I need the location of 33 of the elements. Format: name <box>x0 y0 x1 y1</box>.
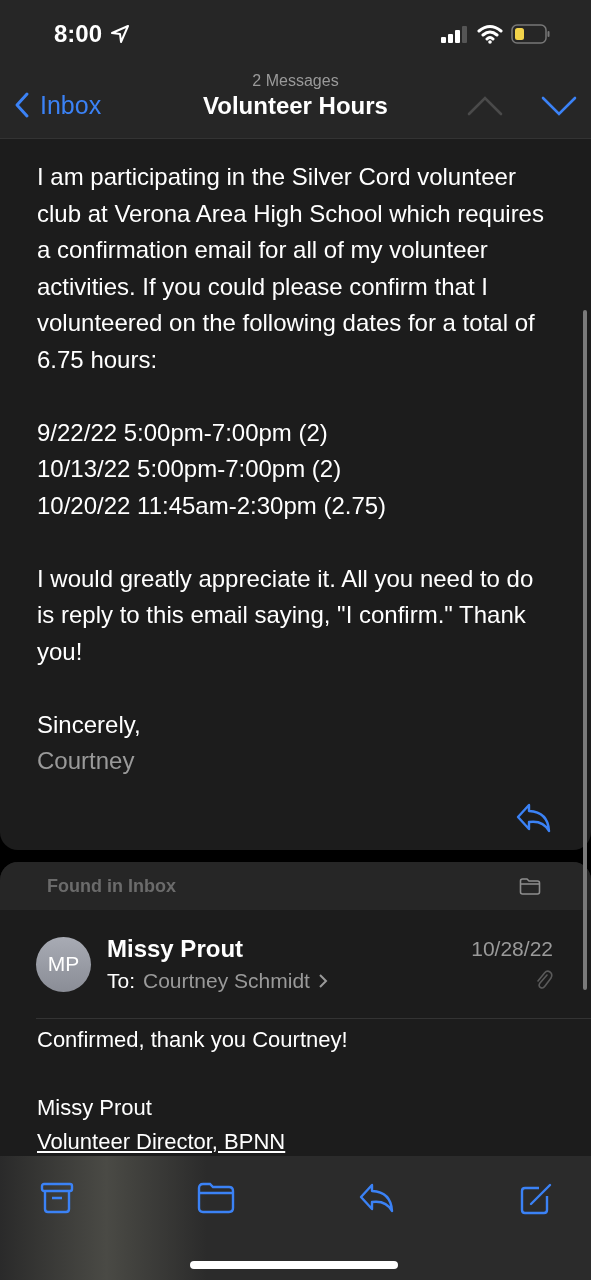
thread-title: Volunteer Hours <box>203 92 388 120</box>
next-message-icon[interactable] <box>541 96 577 116</box>
chevron-icon <box>317 973 328 989</box>
back-button[interactable]: Inbox <box>14 82 102 128</box>
battery-icon <box>511 24 551 44</box>
message-paragraph: I would greatly appreciate it. All you need to do is reply to this email saying, "I confirm." Thank you! <box>37 563 535 667</box>
avatar: MP <box>36 936 91 992</box>
folder-icon <box>519 877 541 895</box>
recipient-name[interactable]: Courtney Schmidt <box>143 969 310 993</box>
compose-icon[interactable] <box>519 1182 553 1216</box>
signature-text: Courtney <box>37 746 136 776</box>
message-paragraph: I am participating in the Silver Cord volunteer club at Verona Area High School which requires a confirmation email for all of my volunteer activities. If you could please confirm that I volunteered on the following dates for a total of 6.75 hours: <box>37 162 545 375</box>
date-line: 10/13/22 5:00pm-7:00pm (2) <box>37 454 343 484</box>
signature-title: Volunteer Director, BPNN <box>37 1128 287 1156</box>
status-time: 8:00 <box>54 20 103 48</box>
wifi-icon <box>477 24 503 44</box>
message-date: 10/28/22 <box>471 937 553 961</box>
location-arrow-icon <box>110 24 131 44</box>
date-line: 9/22/22 5:00pm-7:00pm (2) <box>37 417 329 448</box>
signal-icon <box>441 25 469 43</box>
reply-icon[interactable] <box>515 802 553 834</box>
date-line: 10/20/22 11:45am-2:30pm (2.75) <box>37 490 388 521</box>
closing-text: Sincerely, <box>37 709 142 740</box>
found-in-label: Found in Inbox <box>47 875 176 897</box>
signature-name: Missy Prout <box>37 1094 153 1122</box>
message-count: 2 Messages <box>252 72 339 90</box>
folder-icon[interactable] <box>197 1182 235 1214</box>
reply-icon[interactable] <box>358 1182 396 1214</box>
archive-icon[interactable] <box>40 1182 74 1214</box>
to-label: To: <box>107 969 135 993</box>
sender-name: Missy Prout <box>107 935 245 963</box>
reply-text: Confirmed, thank you Courtney! <box>37 1026 349 1054</box>
back-chevron-icon <box>14 91 30 119</box>
